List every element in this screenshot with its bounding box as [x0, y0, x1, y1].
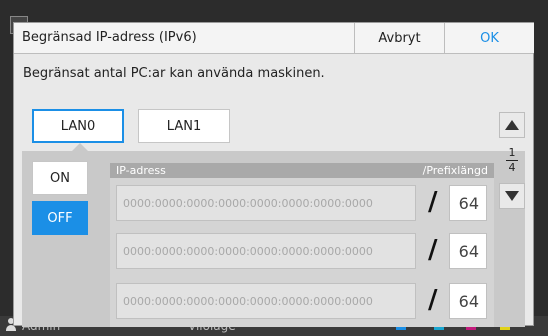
list-item: 0000:0000:0000:0000:0000:0000:0000:0000 … — [110, 283, 494, 321]
page-current: 1 — [508, 146, 516, 159]
header-prefix-length: /Prefixlängd — [422, 164, 488, 177]
scroll-down-button[interactable] — [499, 183, 525, 209]
ok-button[interactable]: OK — [444, 23, 534, 53]
cancel-button[interactable]: Avbryt — [354, 23, 444, 53]
ip-address-list: IP-adress /Prefixlängd 0000:0000:0000:00… — [110, 163, 494, 327]
prefix-separator: / — [428, 235, 438, 265]
on-button[interactable]: ON — [32, 161, 88, 195]
page-total: 4 — [508, 161, 516, 174]
list-item: 0000:0000:0000:0000:0000:0000:0000:0000 … — [110, 185, 494, 223]
ip-restriction-dialog: Begränsad IP-adress (IPv6) Avbryt OK Beg… — [13, 22, 534, 327]
settings-panel: ON OFF IP-adress /Prefixlängd 0000:0000:… — [22, 151, 525, 327]
off-button[interactable]: OFF — [32, 201, 88, 235]
arrow-up-icon — [505, 120, 519, 130]
prefix-separator: / — [428, 285, 438, 315]
ip-address-field[interactable]: 0000:0000:0000:0000:0000:0000:0000:0000 — [116, 233, 416, 269]
prefix-length-field[interactable]: 64 — [449, 185, 487, 221]
prefix-length-field[interactable]: 64 — [449, 283, 487, 319]
dialog-title: Begränsad IP-adress (IPv6) — [22, 30, 197, 45]
dialog-description: Begränsat antal PC:ar kan använda maskin… — [23, 66, 325, 81]
dialog-titlebar: Begränsad IP-adress (IPv6) Avbryt OK — [14, 23, 534, 54]
arrow-down-icon — [505, 191, 519, 201]
header-ip-address: IP-adress — [116, 164, 166, 177]
tab-lan1[interactable]: LAN1 — [138, 109, 230, 143]
tab-lan0[interactable]: LAN0 — [32, 109, 124, 143]
list-header: IP-adress /Prefixlängd — [110, 163, 494, 178]
prefix-separator: / — [428, 187, 438, 217]
scroll-up-button[interactable] — [499, 112, 525, 138]
ip-address-field[interactable]: 0000:0000:0000:0000:0000:0000:0000:0000 — [116, 185, 416, 221]
prefix-length-field[interactable]: 64 — [449, 233, 487, 269]
page-indicator: 1 4 — [500, 147, 524, 174]
list-item: 0000:0000:0000:0000:0000:0000:0000:0000 … — [110, 233, 494, 271]
ip-address-field[interactable]: 0000:0000:0000:0000:0000:0000:0000:0000 — [116, 283, 416, 319]
